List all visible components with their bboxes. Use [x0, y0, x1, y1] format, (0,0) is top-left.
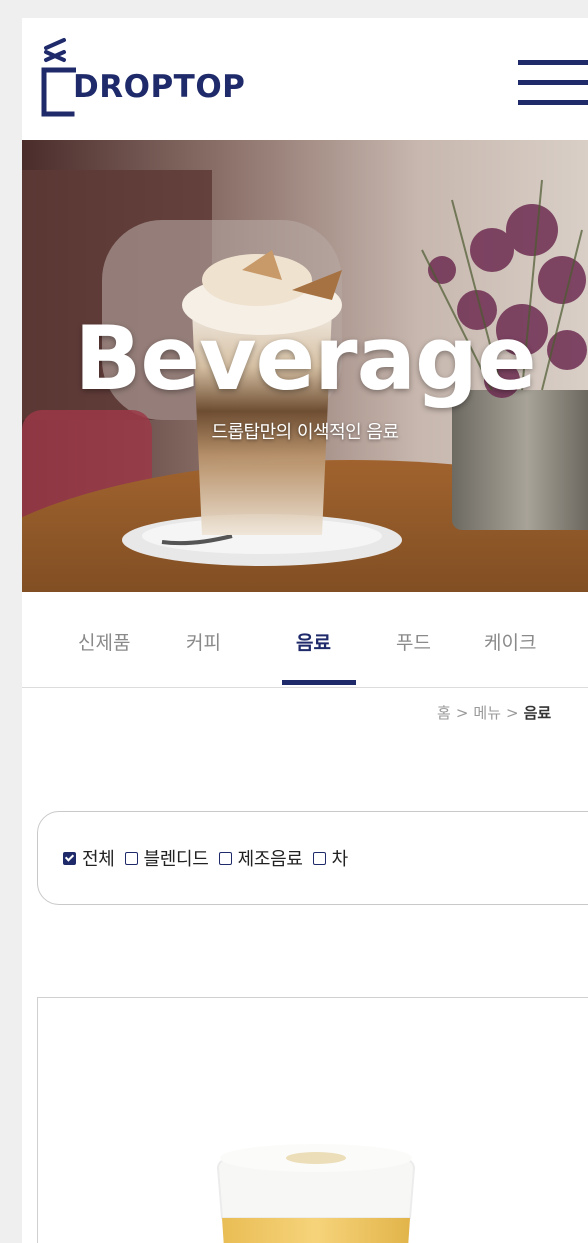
checkbox-icon[interactable] [218, 851, 232, 865]
breadcrumb-separator: > [506, 704, 519, 722]
active-tab-indicator [282, 680, 356, 685]
product-card[interactable] [37, 997, 588, 1243]
product-image [216, 1144, 416, 1243]
breadcrumb-menu[interactable]: 메뉴 [473, 704, 501, 722]
filter-made-drink[interactable]: 제조음료 [218, 845, 303, 871]
category-tabs: 신제품 커피 음료 푸드 케이크 [22, 592, 588, 688]
filter-label: 전체 [82, 849, 115, 870]
cup-logo-icon [41, 38, 76, 117]
tab-food[interactable]: 푸드 [396, 628, 431, 655]
hero-banner: Beverage 드롭탑만의 이색적인 음료 [22, 140, 588, 592]
filter-panel: 전체 블렌디드 제조음료 차 [37, 811, 588, 905]
checkbox-icon[interactable] [124, 851, 138, 865]
droptop-logo[interactable]: DROPTOP [36, 32, 276, 132]
page-background: DROPTOP Beverage 드롭탑만의 이색적인 음료 신제품 커피 음료… [0, 0, 588, 1243]
checkbox-icon[interactable] [312, 851, 326, 865]
mobile-frame: DROPTOP Beverage 드롭탑만의 이색적인 음료 신제품 커피 음료… [22, 18, 588, 1243]
tab-coffee[interactable]: 커피 [186, 628, 221, 655]
tab-new[interactable]: 신제품 [78, 628, 130, 655]
filter-label: 제조음료 [237, 849, 303, 870]
filter-label: 차 [331, 849, 349, 870]
hamburger-menu-button[interactable] [518, 56, 588, 112]
filter-label: 블렌디드 [143, 849, 209, 870]
hero-title: Beverage [74, 307, 536, 410]
breadcrumb-home[interactable]: 홈 [437, 704, 451, 722]
filter-tea[interactable]: 차 [312, 845, 349, 871]
tab-cake[interactable]: 케이크 [484, 628, 536, 655]
checkbox-checked-icon[interactable] [63, 851, 76, 865]
breadcrumb-current: 음료 [523, 704, 552, 722]
filter-blended[interactable]: 블렌디드 [124, 845, 209, 871]
breadcrumb-separator: > [455, 704, 469, 722]
tab-beverage[interactable]: 음료 [296, 628, 331, 655]
header: DROPTOP [22, 18, 588, 140]
breadcrumb: 홈 > 메뉴 > 음료 [437, 702, 551, 723]
hero-subtitle: 드롭탑만의 이색적인 음료 [211, 422, 399, 443]
logo-text: DROPTOP [73, 69, 246, 105]
filter-options: 전체 블렌디드 제조음료 차 [63, 845, 358, 871]
hamburger-menu-icon [518, 60, 588, 105]
filter-all[interactable]: 전체 [63, 845, 115, 871]
